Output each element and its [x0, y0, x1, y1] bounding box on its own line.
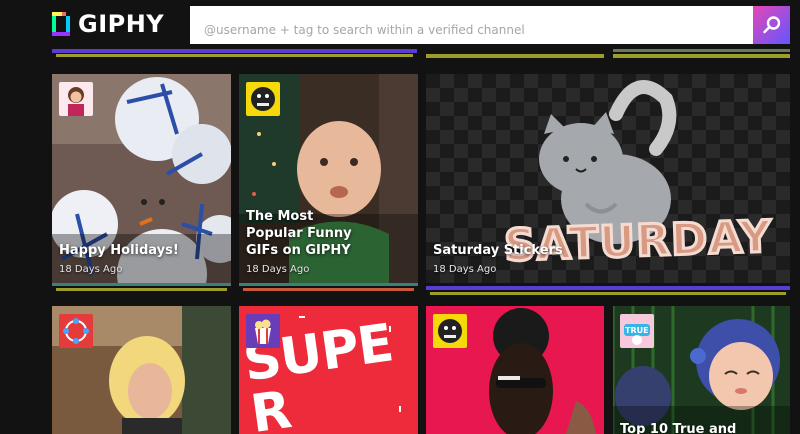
channel-avatar[interactable] — [59, 82, 93, 116]
avatar-image — [68, 87, 84, 116]
card-title: The Most Popular Funny GIFs on GIPHY — [246, 209, 352, 258]
channel-avatar[interactable] — [433, 314, 467, 348]
avatar-image — [255, 319, 271, 344]
channel-avatar[interactable] — [59, 314, 93, 348]
card-title: Top 10 True and — [620, 422, 737, 434]
search-input[interactable] — [202, 14, 746, 46]
logo-text: GIPHY — [78, 10, 165, 38]
card-strip — [56, 288, 227, 291]
gif-card-super[interactable]: SUPER — [239, 306, 418, 434]
giphy-logo-icon — [52, 12, 70, 36]
card-title: Happy Holidays! — [59, 243, 179, 258]
gif-card-funny-gifs[interactable]: The Most Popular Funny GIFs on GIPHY 18 … — [239, 74, 418, 283]
channel-avatar[interactable] — [246, 82, 280, 116]
search-button[interactable] — [753, 6, 790, 44]
gif-card-saturday-stickers[interactable]: SATURDAY Saturday Stickers 18 Days Ago — [426, 74, 790, 283]
card-date: 18 Days Ago — [433, 264, 497, 275]
channel-avatar[interactable]: TRUE — [620, 314, 654, 348]
card-title: Saturday Stickers — [433, 243, 563, 258]
avatar-image — [438, 319, 462, 343]
avatar-lettering: TRUE — [625, 326, 649, 335]
card-strip — [613, 49, 790, 52]
card-strip — [52, 283, 231, 286]
avatar-image — [63, 318, 89, 344]
card-strip — [426, 286, 790, 290]
gif-card-top-10[interactable]: TRUE Top 10 True and — [613, 306, 790, 434]
search-icon — [762, 16, 780, 34]
gif-card[interactable] — [426, 306, 604, 434]
search-bar — [190, 6, 753, 46]
giphy-logo[interactable]: GIPHY — [52, 10, 164, 38]
card-date: 18 Days Ago — [59, 264, 123, 275]
card-strip — [243, 288, 414, 291]
gif-card[interactable] — [52, 306, 231, 434]
card-strip — [52, 49, 417, 53]
card-strip — [239, 283, 418, 286]
card-strip — [426, 54, 604, 58]
channel-avatar[interactable] — [246, 314, 280, 348]
card-strip — [613, 54, 790, 58]
avatar-image — [251, 87, 275, 111]
card-date: 18 Days Ago — [246, 264, 310, 275]
card-strip — [430, 292, 786, 295]
header: GIPHY — [0, 0, 800, 48]
card-strip — [56, 54, 413, 57]
gif-card-happy-holidays[interactable]: Happy Holidays! 18 Days Ago — [52, 74, 231, 283]
